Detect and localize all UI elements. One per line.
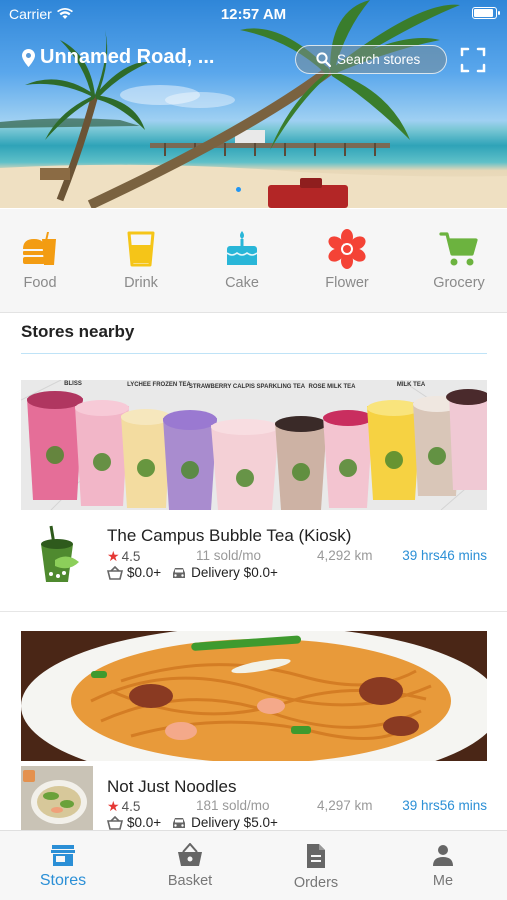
min-order: $0.0+ [127,815,162,830]
store-distance: 4,297 km [317,798,373,813]
basket-small-icon [107,565,123,580]
drink-label: ROSE MILK TEA [308,384,356,390]
store-fees: $0.0+ Delivery $5.0+ [107,815,278,830]
car-icon [173,567,186,578]
car-icon [173,817,186,828]
store-logo [41,525,79,582]
store-rating: ★ 4.5 [107,798,140,815]
min-order: $0.0+ [127,565,162,580]
cart-icon [439,232,478,266]
drink-label: BLISS [64,381,82,387]
battery-icon [472,7,500,19]
status-time: 12:57 AM [220,6,287,23]
store-image[interactable] [21,631,487,761]
tab-label: Basket [167,873,213,889]
tab-label: Orders [293,875,339,891]
location-pin-icon [22,48,35,67]
delivery-fee: Delivery $5.0+ [191,815,278,830]
star-icon: ★ [107,548,120,564]
section-divider [21,353,487,354]
store-icon [51,845,75,866]
category-label: Cake [225,275,259,291]
category-grocery[interactable]: Grocery [419,229,499,291]
store-separator [0,611,507,612]
tab-bar: Stores Basket Orders Me [0,830,507,900]
search-placeholder: Search stores [337,52,421,67]
tab-orders[interactable]: Orders [266,843,366,891]
carousel-indicator [236,187,241,192]
category-flower[interactable]: Flower [307,229,387,291]
category-drink[interactable]: Drink [101,229,181,291]
drink-label: MILK TEA [397,382,426,388]
category-food[interactable]: Food [0,229,80,291]
rating-value: 4.5 [121,549,141,564]
tab-label: Stores [39,872,87,889]
store-rating: ★ 4.5 [107,548,140,565]
delivery-eta: 39 hrs46 mins [402,548,487,563]
store-distance: 4,292 km [317,548,373,563]
category-bar: Food Drink Cake Flower Grocery [0,209,507,313]
beach-banner-image [0,0,507,208]
rating-value: 4.5 [121,799,141,814]
store-logo [21,766,93,830]
drink-cup-icon [127,231,155,267]
scan-icon[interactable] [460,47,486,73]
search-icon [316,52,331,67]
noodles-photo [21,631,487,761]
delivery-fee: Delivery $0.0+ [191,565,278,580]
star-icon: ★ [107,798,120,814]
store-name[interactable]: Not Just Noodles [107,777,236,797]
bubble-tea-photo: BLISS LYCHEE FROZEN TEA STRAWBERRY CALPI… [21,380,487,510]
drink-label: STRAWBERRY CALPIS SPARKLING TEA [189,384,306,390]
category-label: Flower [325,275,369,291]
delivery-eta: 39 hrs56 mins [402,798,487,813]
category-cake[interactable]: Cake [202,229,282,291]
tab-me[interactable]: Me [393,843,493,889]
tab-stores[interactable]: Stores [13,843,113,890]
cake-icon [226,231,258,265]
status-bar: Carrier 12:57 AM [0,0,507,28]
section-title: Stores nearby [21,322,135,341]
tab-basket[interactable]: Basket [140,843,240,889]
orders-icon [307,844,325,868]
search-stores-button[interactable]: Search stores [295,45,447,74]
category-label: Food [23,275,57,291]
location-label: Unnamed Road, ... [40,46,215,68]
tab-label: Me [432,873,454,889]
drink-label: LYCHEE FROZEN TEA [127,382,191,388]
store-fees: $0.0+ Delivery $0.0+ [107,565,278,580]
burger-icon [23,232,56,265]
store-image[interactable]: BLISS LYCHEE FROZEN TEA STRAWBERRY CALPI… [21,380,487,510]
sold-count: 11 sold/mo [196,548,262,563]
person-icon [433,845,453,866]
sold-count: 181 sold/mo [196,798,270,813]
basket-icon [178,843,202,866]
flower-icon [328,229,366,269]
category-label: Grocery [433,275,485,291]
hero-banner[interactable]: Carrier 12:57 AM Unnamed Road, ... Searc… [0,0,507,208]
category-label: Drink [124,275,158,291]
basket-small-icon [107,815,123,830]
store-name[interactable]: The Campus Bubble Tea (Kiosk) [107,526,351,546]
location-selector[interactable]: Unnamed Road, ... [22,46,214,69]
